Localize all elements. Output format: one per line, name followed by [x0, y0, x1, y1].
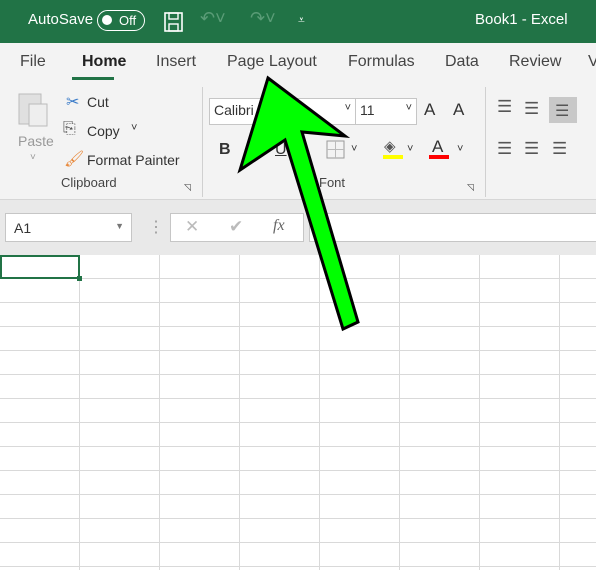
arrow-shape [237, 75, 360, 332]
annotation-arrow [237, 75, 360, 332]
